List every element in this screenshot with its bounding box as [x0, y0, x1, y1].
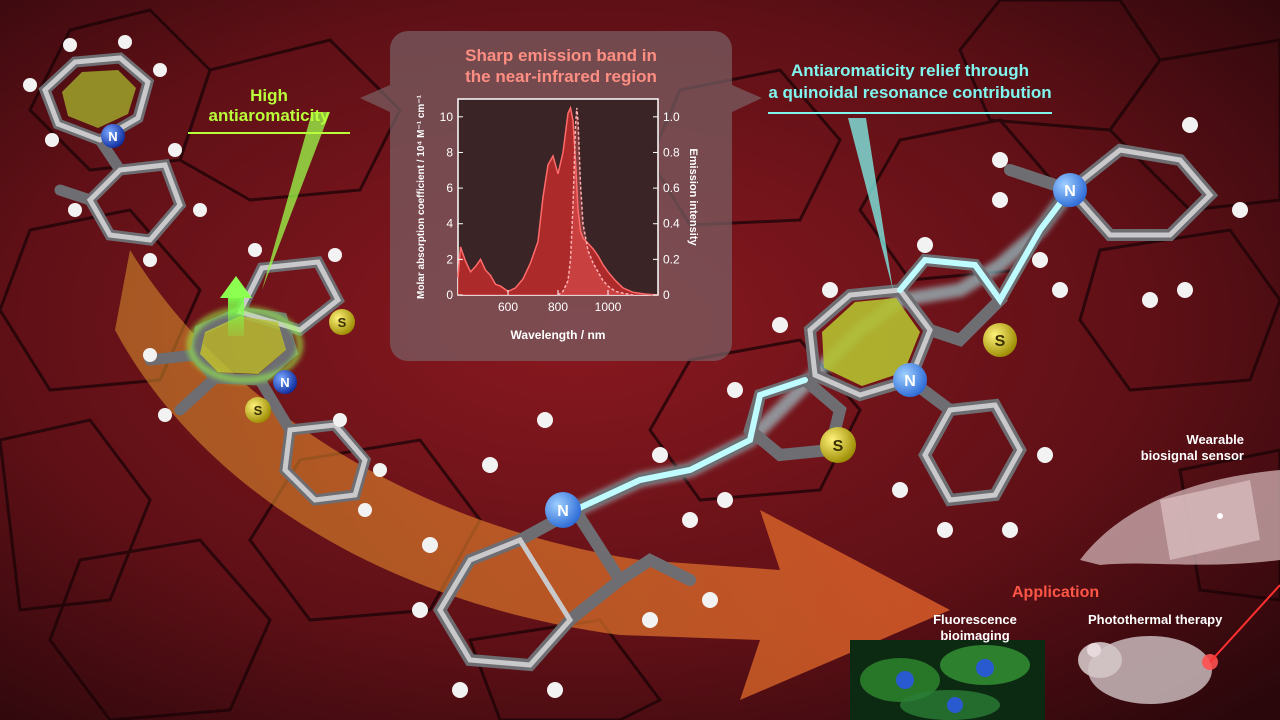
atom-n-4: N — [904, 373, 916, 390]
atom-s-3: S — [995, 333, 1006, 350]
atom-n-1: N — [108, 129, 117, 144]
atom-s-1: S — [338, 315, 347, 330]
x-tick-label: 1000 — [595, 300, 622, 314]
relief-line-2: a quinoidal resonance contribution — [768, 83, 1052, 102]
fluorescence-line-2: bioimaging — [940, 628, 1010, 643]
y-left-tick-label: 6 — [446, 181, 453, 195]
wearable-line-1: Wearable — [1186, 432, 1244, 447]
atom-s-2: S — [254, 403, 263, 418]
atom-n-2: N — [280, 375, 289, 390]
y-right-tick-label: 0.6 — [663, 181, 680, 195]
atom-n-5: N — [557, 503, 569, 520]
wearable-line-2: biosignal sensor — [1140, 448, 1244, 463]
y-right-tick-label: 0.4 — [663, 217, 680, 231]
fluorescence-line-1: Fluorescence — [933, 612, 1017, 627]
y-left-tick-label: 0 — [446, 288, 453, 302]
high-antiaromaticity-label: High antiaromaticity — [188, 86, 350, 134]
fluorescence-bioimaging-label: Fluorescence bioimaging — [920, 612, 1030, 644]
y-left-tick-label: 2 — [446, 252, 453, 266]
atom-s-4: S — [833, 438, 844, 455]
spectrum-chart-panel: Sharp emission band in the near-infrared… — [390, 31, 732, 361]
wearable-sensor-label: Wearable biosignal sensor — [1132, 432, 1244, 464]
y-axis-right-label: Emission intensity — [687, 148, 699, 246]
y-left-tick-label: 10 — [440, 110, 454, 124]
y-axis-left-label: Molar absorption coefficient / 10⁴ M⁻¹ c… — [416, 94, 427, 299]
x-axis-label: Wavelength / nm — [511, 328, 606, 342]
y-right-tick-label: 1.0 — [663, 110, 680, 124]
atom-n-3: N — [1064, 183, 1076, 200]
antiaromaticity-relief-label: Antiaromaticity relief through a quinoid… — [768, 60, 1052, 114]
y-right-tick-label: 0.8 — [663, 145, 680, 159]
relief-line-1: Antiaromaticity relief through — [790, 61, 1030, 80]
x-tick-label: 600 — [498, 300, 518, 314]
fluorescence-image — [850, 640, 1045, 720]
y-right-tick-label: 0 — [663, 288, 670, 302]
x-tick-label: 800 — [548, 300, 568, 314]
y-right-tick-label: 0.2 — [663, 252, 680, 266]
y-left-tick-label: 8 — [446, 145, 453, 159]
y-left-tick-label: 4 — [446, 217, 453, 231]
spectrum-chart: 600 800 1000 0 2 4 6 8 10 0 0.2 0.4 0.6 0.8 1.0 Wavele… — [416, 94, 699, 342]
photothermal-therapy-label: Photothermal therapy — [1088, 612, 1223, 627]
application-label: Application — [1012, 584, 1100, 601]
